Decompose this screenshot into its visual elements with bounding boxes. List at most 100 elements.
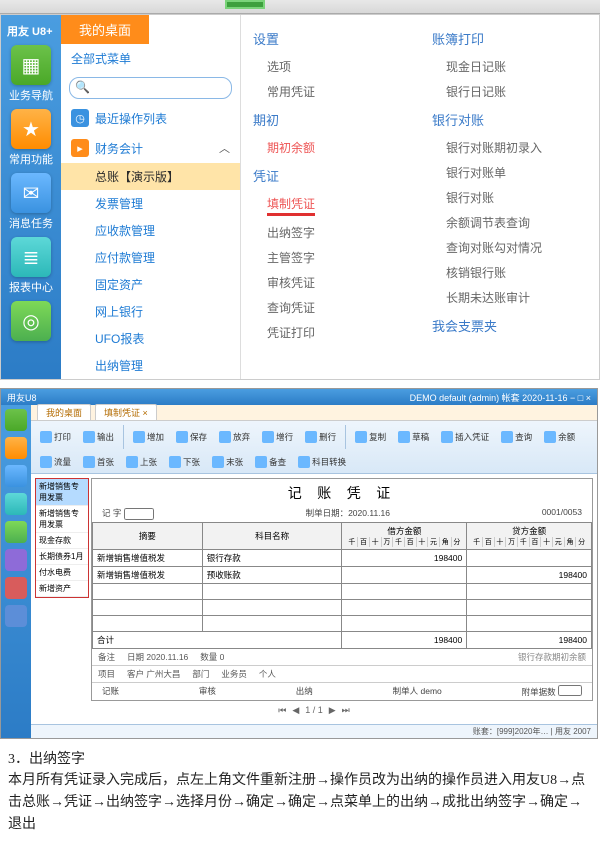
link-query-match[interactable]: 查询对账勾对情况 <box>432 237 587 258</box>
tab-voucher[interactable]: 填制凭证 × <box>95 404 157 421</box>
list-item[interactable]: 新增销售专用发票 <box>36 479 88 506</box>
sub-fixed-assets[interactable]: 固定资产 <box>61 271 240 298</box>
link-long-outstanding[interactable]: 长期未达账审计 <box>432 287 587 308</box>
btn-save[interactable]: 保存 <box>173 425 210 449</box>
btn-flow[interactable]: 流量 <box>37 455 74 469</box>
nav-icon: ▦ <box>11 45 51 85</box>
page-prev[interactable]: ◀ <box>292 705 299 716</box>
link-cashier-sign[interactable]: 出纳签字 <box>253 222 408 243</box>
btn-switch[interactable]: 科目转换 <box>295 455 349 469</box>
last-icon <box>212 456 224 468</box>
table-row[interactable]: 新增销售增值税发预收账款198400 <box>93 566 592 583</box>
btn-add-row[interactable]: 增行 <box>259 425 296 449</box>
page-first[interactable]: ⏮ <box>278 705 286 716</box>
list-item[interactable]: 长期债券1月 <box>36 549 88 565</box>
link-options[interactable]: 选项 <box>253 56 408 77</box>
tab-desktop[interactable]: 我的桌面 <box>37 404 91 421</box>
sub-ar[interactable]: 应收款管理 <box>61 217 240 244</box>
btn-prev[interactable]: 上张 <box>123 455 160 469</box>
left-rail: 用友 U8+ ▦ 业务导航 ★ 常用功能 ✉ 消息任务 ≣ 报表中心 ◎ <box>1 15 61 379</box>
rail-messages[interactable]: ✉ 消息任务 <box>8 173 54 231</box>
page-next[interactable]: ▶ <box>329 705 336 716</box>
rail-ic[interactable] <box>5 549 27 571</box>
btn-discard[interactable]: 放弃 <box>216 425 253 449</box>
btn-draft[interactable]: 草稿 <box>395 425 432 449</box>
grp-checkbook[interactable]: 我会支票夹 <box>432 312 587 339</box>
table-row[interactable]: 新增销售增值税发银行存款198400 <box>93 549 592 566</box>
sub-online-bank[interactable]: 网上银行 <box>61 298 240 325</box>
rail-ic[interactable] <box>5 437 27 459</box>
sub-ufo-report[interactable]: UFO报表 <box>61 325 240 352</box>
th-summary: 摘要 <box>93 522 203 549</box>
table-row[interactable] <box>93 599 592 615</box>
right-panel: 设置 选项 常用凭证 期初 期初余额 凭证 填制凭证 出纳签字 主管签字 审核凭… <box>241 15 599 379</box>
recent-ops-row[interactable]: ◷ 最近操作列表 <box>61 103 240 133</box>
link-verify-bank[interactable]: 核销银行账 <box>432 262 587 283</box>
link-bank-journal[interactable]: 银行日记账 <box>432 81 587 102</box>
rail-ic[interactable] <box>5 465 27 487</box>
rail-ic[interactable] <box>5 493 27 515</box>
fin-acct-row[interactable]: ▸ 财务会计 ︿ <box>61 133 240 163</box>
sub-ap[interactable]: 应付款管理 <box>61 244 240 271</box>
rail-ic[interactable] <box>5 521 27 543</box>
attach-input[interactable] <box>558 685 582 696</box>
tab-my-desktop[interactable]: 我的桌面 <box>61 15 240 44</box>
message-icon: ✉ <box>11 173 51 213</box>
list-item[interactable]: 现金存款 <box>36 533 88 549</box>
table-row[interactable] <box>93 583 592 599</box>
delrow-icon <box>305 431 317 443</box>
btn-insert[interactable]: 插入凭证 <box>438 425 492 449</box>
voucher-title: 记 账 凭 证 <box>92 479 592 507</box>
link-query-voucher[interactable]: 查询凭证 <box>253 297 408 318</box>
link-print-voucher[interactable]: 凭证打印 <box>253 322 408 343</box>
btn-next[interactable]: 下张 <box>166 455 203 469</box>
btn-add[interactable]: 增加 <box>130 425 167 449</box>
link-bank-open[interactable]: 银行对账期初录入 <box>432 137 587 158</box>
rail-explore[interactable]: ◎ <box>8 301 54 343</box>
voucher-type-input[interactable] <box>124 508 154 520</box>
link-opening-balance[interactable]: 期初余额 <box>253 137 408 158</box>
rail-label: 消息任务 <box>9 215 53 231</box>
link-bank-rec[interactable]: 银行对账 <box>432 187 587 208</box>
link-balance-adj[interactable]: 余额调节表查询 <box>432 212 587 233</box>
btn-last[interactable]: 末张 <box>209 455 246 469</box>
btn-export[interactable]: 输出 <box>80 425 117 449</box>
link-supervisor-sign[interactable]: 主管签字 <box>253 247 408 268</box>
btn-ref[interactable]: 备查 <box>252 455 289 469</box>
btn-query[interactable]: 查询 <box>498 425 535 449</box>
link-audit-voucher[interactable]: 审核凭证 <box>253 272 408 293</box>
clock-icon: ◷ <box>71 109 89 127</box>
rail-ic[interactable] <box>5 409 27 431</box>
search-icon: 🔍 <box>75 80 90 94</box>
btn-print[interactable]: 打印 <box>37 425 74 449</box>
voucher-meta: 记 字 制单日期：2020.11.16 0001/0053 <box>92 507 592 522</box>
sub-general-ledger[interactable]: 总账【演示版】 <box>61 163 240 190</box>
all-menu-link[interactable]: 全部式菜单 <box>61 44 240 73</box>
voucher-date[interactable]: 2020.11.16 <box>348 508 390 518</box>
list-item[interactable]: 付水电费 <box>36 565 88 581</box>
btn-first[interactable]: 首张 <box>80 455 117 469</box>
sub-cashier[interactable]: 出纳管理 <box>61 352 240 379</box>
search-input[interactable] <box>69 77 232 99</box>
table-row[interactable] <box>93 615 592 631</box>
btn-del-row[interactable]: 删行 <box>302 425 339 449</box>
rail-reports[interactable]: ≣ 报表中心 <box>8 237 54 295</box>
link-common-voucher[interactable]: 常用凭证 <box>253 81 408 102</box>
page-last[interactable]: ⏭ <box>342 705 350 716</box>
list-item[interactable]: 新增销售专用发票 <box>36 506 88 533</box>
voucher-table: 摘要 科目名称 借方金额千百十万千百十元角分 贷方金额千百十万千百十元角分 新增… <box>92 522 592 649</box>
sub-invoice[interactable]: 发票管理 <box>61 190 240 217</box>
btn-copy[interactable]: 复制 <box>352 425 389 449</box>
link-cash-journal[interactable]: 现金日记账 <box>432 56 587 77</box>
list-item[interactable]: 新增资产 <box>36 581 88 597</box>
link-bank-statement[interactable]: 银行对账单 <box>432 162 587 183</box>
btn-balance[interactable]: 余额 <box>541 425 578 449</box>
rail-favorites[interactable]: ★ 常用功能 <box>8 109 54 167</box>
rail-ic[interactable] <box>5 577 27 599</box>
rail-ic[interactable] <box>5 605 27 627</box>
th-subject: 科目名称 <box>202 522 342 549</box>
ref-icon <box>255 456 267 468</box>
link-make-voucher[interactable]: 填制凭证 <box>253 193 408 218</box>
page-info: 1 / 1 <box>305 705 323 716</box>
rail-biz-nav[interactable]: ▦ 业务导航 <box>8 45 54 103</box>
